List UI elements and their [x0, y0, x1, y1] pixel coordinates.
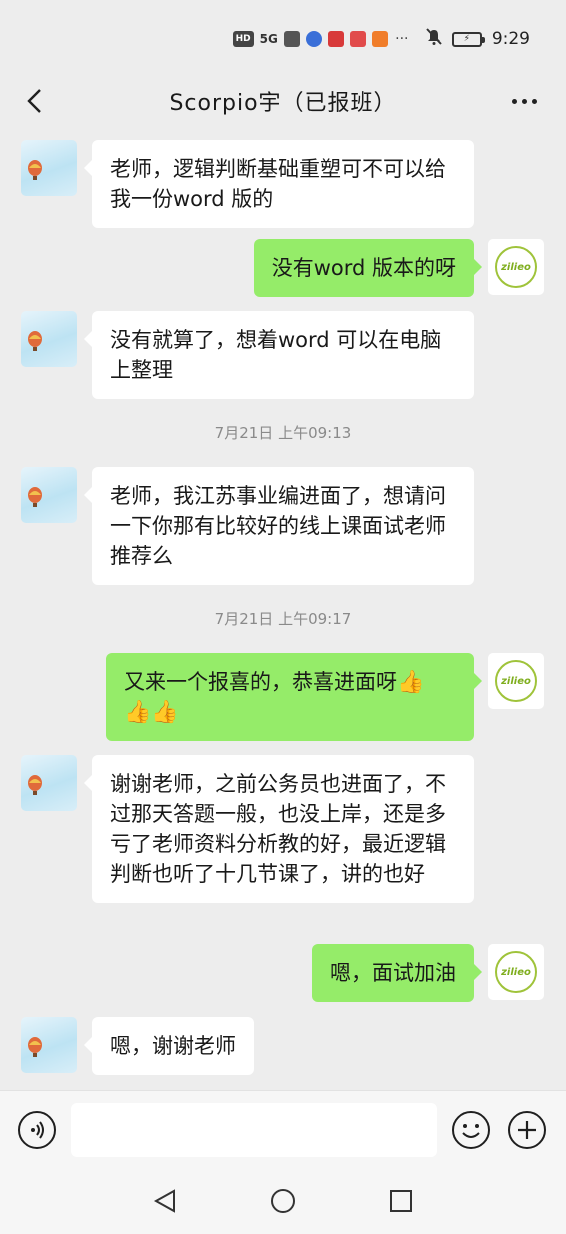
news-notification-icon	[327, 31, 344, 47]
music-notification-icon	[305, 31, 322, 47]
chat-header: Scorpio宇（已报班）	[0, 78, 566, 124]
message-bubble: 谢谢老师，之前公务员也进面了，不过那天答题一般，也没上岸，还是多亏了老师资料分析…	[84, 755, 474, 903]
avatar-logo: zilieo	[495, 951, 537, 993]
message-text: 又来一个报喜的，恭喜进面呀	[124, 670, 397, 694]
nav-home-button[interactable]	[266, 1184, 300, 1218]
message-list: 老师，逻辑判断基础重塑可不可以给我一份word 版的 zilieo 没有word…	[0, 124, 566, 1090]
nav-back-button[interactable]	[148, 1184, 182, 1218]
nav-recents-button[interactable]	[384, 1184, 418, 1218]
message-bubble: 没有word 版本的呀	[253, 239, 483, 297]
message-bubble: 老师，我江苏事业编进面了，想请问一下你那有比较好的线上课面试老师推荐么	[84, 467, 474, 585]
video-notification-icon	[371, 31, 388, 47]
message-input[interactable]	[71, 1103, 437, 1157]
voice-input-button[interactable]	[18, 1111, 56, 1149]
back-button[interactable]	[18, 84, 50, 118]
square-recents-icon	[390, 1190, 412, 1212]
more-options-button[interactable]	[504, 86, 544, 116]
smiley-icon	[462, 1124, 480, 1138]
message-timestamp: 7月21日 上午09:17	[214, 610, 352, 628]
status-icons: HD 5G ···	[232, 31, 410, 47]
my-avatar[interactable]: zilieo	[488, 653, 544, 709]
hot-air-balloon-icon	[28, 160, 42, 180]
hd-icon: HD	[232, 31, 254, 47]
contact-avatar[interactable]	[21, 1017, 77, 1073]
contact-avatar[interactable]	[21, 755, 77, 811]
message-bubble: 老师，逻辑判断基础重塑可不可以给我一份word 版的	[84, 140, 474, 228]
input-bar	[0, 1090, 566, 1170]
plus-icon	[518, 1121, 536, 1139]
red-app-notification-icon	[349, 31, 366, 47]
chat-title: Scorpio宇（已报班）	[169, 91, 397, 116]
thumbs-up-emoji: 👍	[151, 700, 179, 725]
more-dot-icon	[531, 98, 537, 104]
status-bar: HD 5G ··· ⚡ 9:29	[0, 0, 566, 78]
contact-avatar[interactable]	[21, 311, 77, 367]
more-dot-icon	[511, 98, 517, 104]
my-avatar[interactable]: zilieo	[488, 239, 544, 295]
circle-home-icon	[271, 1189, 295, 1213]
message-bubble: 又来一个报喜的，恭喜进面呀👍 👍👍	[106, 653, 482, 741]
message-bubble: 嗯，面试加油	[312, 944, 482, 1002]
hot-air-balloon-icon	[28, 1037, 42, 1057]
triangle-back-icon	[153, 1189, 175, 1213]
hot-air-balloon-icon	[28, 331, 42, 351]
my-avatar[interactable]: zilieo	[488, 944, 544, 1000]
signal-icon: 5G	[259, 32, 278, 46]
hot-air-balloon-icon	[28, 487, 42, 507]
message-bubble: 嗯，谢谢老师	[84, 1017, 254, 1075]
system-nav-bar	[0, 1170, 566, 1234]
avatar-logo: zilieo	[495, 660, 537, 702]
app-notification-icon	[283, 31, 300, 47]
avatar-logo: zilieo	[495, 246, 537, 288]
battery-icon: ⚡	[451, 31, 485, 47]
hot-air-balloon-icon	[28, 775, 42, 795]
more-dot-icon	[521, 98, 527, 104]
contact-avatar[interactable]	[21, 467, 77, 523]
status-right: ⚡ 9:29	[426, 28, 530, 50]
more-functions-button[interactable]	[508, 1111, 546, 1149]
status-time: 9:29	[491, 29, 530, 49]
mute-icon	[426, 28, 442, 50]
message-timestamp: 7月21日 上午09:13	[214, 424, 352, 442]
chevron-left-icon	[27, 89, 41, 113]
thumbs-up-emoji: 👍	[124, 700, 152, 725]
contact-avatar[interactable]	[21, 140, 77, 196]
thumbs-up-emoji: 👍	[397, 670, 425, 695]
emoji-button[interactable]	[452, 1111, 490, 1149]
message-bubble: 没有就算了，想着word 可以在电脑上整理	[84, 311, 474, 399]
voice-icon	[31, 1121, 44, 1139]
more-notifications-icon: ···	[395, 31, 409, 47]
